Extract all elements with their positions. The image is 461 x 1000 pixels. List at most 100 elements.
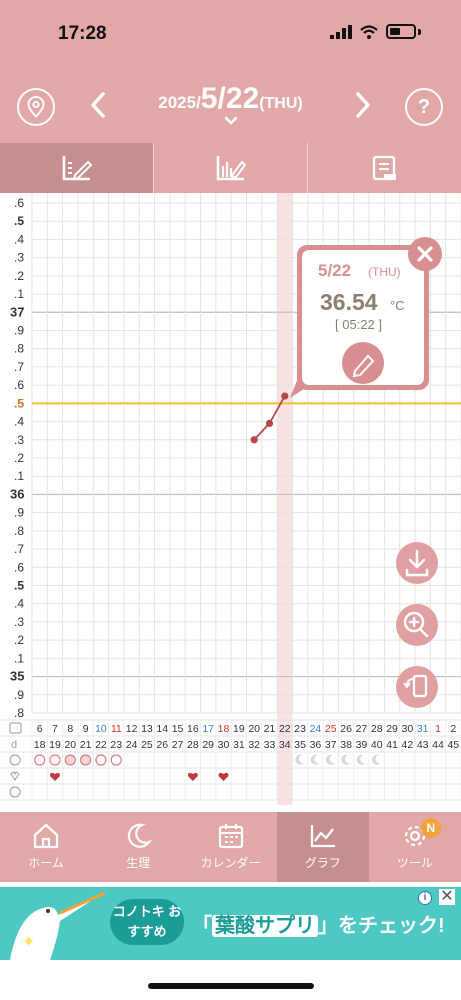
tab-temperature-graph[interactable] [0,143,154,193]
y-axis-label: 37 [10,304,24,319]
cycle-day-label: 39 [356,739,368,751]
nav-calendar[interactable]: カレンダー [184,812,276,882]
status-icons [330,24,421,39]
y-axis-label: .3 [14,251,24,265]
nav-period-label: 生理 [126,856,151,870]
calendar-icon [218,824,243,849]
ovulation-row-icon [9,754,21,766]
status-time: 17:28 [58,23,107,44]
help-button[interactable]: ? [405,88,443,126]
graph-edit-icon [62,156,92,181]
day-label: 13 [141,723,153,735]
y-axis-label: .8 [14,524,24,538]
cycle-day-label: 24 [126,739,138,751]
moon-mark [295,754,305,765]
cycle-day-label: 41 [386,739,398,751]
y-axis-label: .1 [14,469,24,483]
day-label: 20 [248,723,260,735]
y-axis-label: 36 [10,486,24,501]
day-label: 17 [202,723,214,735]
temperature-graph[interactable]: .6 .5 .4 .3 .2 .1 37 .9 .8 .7 .6 .5 .4 .3 .2 .1 36 .9 .8 .7… [0,193,461,810]
period-mark [49,754,61,766]
y-axis-label: .3 [14,615,24,629]
nav-period[interactable]: 生理 [92,812,184,882]
home-icon [33,823,59,849]
rotate-button[interactable] [396,666,438,708]
date-selector[interactable]: 2025/5/22(THU) [0,82,461,130]
y-axis-label: .5 [14,214,24,228]
bar-edit-icon [216,156,246,181]
day-label: 1 [435,723,441,735]
calendar-row-icon [9,722,22,734]
nav-tools-label: ツール [396,856,433,870]
wifi-icon [360,24,378,39]
y-axis-label: .4 [14,232,24,246]
day-label: 10 [95,723,107,735]
signal-icon [330,24,352,39]
cycle-day-label: 19 [49,739,61,751]
stork-icon: ✦ [10,891,106,960]
y-axis-label: .3 [14,433,24,447]
download-button[interactable] [396,542,438,584]
day-label: 31 [417,723,429,735]
ad-close-icon[interactable]: ✕ [439,889,455,905]
nav-tools[interactable]: ツール N [369,812,461,882]
chevron-down-icon [224,116,237,125]
tab-bar-graph[interactable] [154,143,308,193]
popup-time: [ 05:22 ] [335,317,382,332]
y-axis-label: .6 [14,560,24,574]
cycle-day-label: 28 [187,739,199,751]
y-axis-label: .7 [14,542,24,556]
day-label: 21 [264,723,276,735]
temperature-point[interactable] [281,392,289,400]
day-label: 25 [325,723,337,735]
ad-info-icon[interactable]: i [418,891,432,905]
new-badge: N [420,818,441,838]
zoom-button[interactable] [396,604,438,646]
cycle-day-label: 37 [325,739,337,751]
note-icon [372,155,396,181]
moon-mark [326,754,335,765]
temperature-point[interactable] [265,419,274,427]
ad-text: 「葉酸サプリ 」をチェック! [192,915,445,937]
y-axis-label: .8 [14,706,24,720]
svg-text:✦: ✦ [22,934,35,951]
next-date-button[interactable] [355,92,371,126]
nav-home[interactable]: ホーム [0,812,92,882]
day-label: 29 [386,723,398,735]
moon-mark [371,754,381,765]
cycle-day-label: 43 [417,739,429,751]
period-mark [95,754,107,766]
cycle-row-label: d [11,739,17,751]
cycle-day-label: 29 [202,739,214,751]
y-axis-label: .4 [14,415,24,429]
chevron-right-icon [356,92,370,118]
y-axis-label: .1 [14,287,24,301]
nav-graph[interactable]: グラフ [276,812,369,882]
y-axis-label: .5 [14,396,24,410]
cycle-day-label: 18 [34,739,46,751]
mood-row-icon [9,786,21,798]
day-label: 14 [156,723,168,735]
ad-banner[interactable]: ✦ コノトキ おすすめ 「葉酸サプリ 」をチェック! i ✕ [0,887,461,960]
heart-mark [187,772,198,781]
cycle-day-label: 38 [340,739,352,751]
moon-mark [310,754,320,765]
cycle-day-label: 30 [218,739,230,751]
day-label: 19 [233,723,245,735]
y-axis-label: .8 [14,342,24,356]
temperature-point[interactable] [250,436,258,444]
ad-highlight: 葉酸サプリ [212,915,318,937]
battery-icon [386,24,416,39]
cycle-day-label: 26 [156,739,168,751]
tab-notes[interactable] [308,143,461,193]
y-axis-label: .6 [14,378,24,392]
day-label: 27 [356,723,368,735]
bottom-navigation: ホーム 生理 カレンダー グラフ ツール N [0,812,461,882]
y-axis-label: .6 [14,196,24,210]
moon-mark [341,754,351,765]
day-label: 26 [340,723,352,735]
day-label: 18 [218,723,230,735]
ad-tag: コノトキ おすすめ [110,899,184,945]
day-label: 15 [172,723,184,735]
